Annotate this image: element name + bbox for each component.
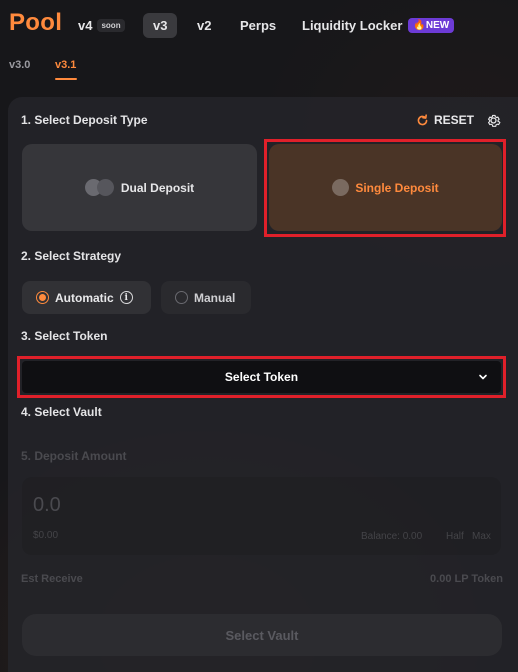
dual-toggle-icon: [84, 179, 115, 196]
tab-perps-label: Perps: [240, 18, 277, 33]
step4-label: 4. Select Vault: [21, 405, 102, 419]
step1-label: 1. Select Deposit Type: [21, 113, 148, 127]
new-badge: 🔥NEW: [408, 18, 455, 33]
dual-deposit-option[interactable]: Dual Deposit: [22, 144, 257, 231]
single-toggle-icon: [332, 179, 350, 196]
manual-label: Manual: [194, 290, 236, 305]
tab-perps[interactable]: Perps: [230, 13, 286, 38]
soon-badge: soon: [97, 19, 125, 32]
tab-v4-label: v4: [78, 18, 93, 33]
amount-input[interactable]: 0.0: [33, 494, 61, 517]
info-icon[interactable]: i: [119, 291, 133, 304]
top-nav: Pool v4 soon v3 v2 Perps Liquidity Locke…: [0, 0, 518, 52]
est-receive-label: Est Receive: [21, 573, 83, 585]
subtab-underline: [55, 78, 77, 80]
dual-deposit-label: Dual Deposit: [120, 180, 195, 195]
single-deposit-option[interactable]: Single Deposit: [269, 144, 502, 231]
subtab-v3-0[interactable]: v3.0: [9, 59, 30, 71]
tab-v3[interactable]: v3: [143, 13, 178, 38]
gear-icon: [487, 114, 501, 127]
max-button[interactable]: Max: [472, 531, 491, 542]
manual-radio[interactable]: [175, 291, 188, 304]
chevron-down-icon: [479, 374, 487, 380]
step3-label: 3. Select Token: [21, 329, 108, 343]
deposit-amount-box: [22, 477, 501, 555]
automatic-label: Automatic: [55, 290, 114, 305]
tab-liquidity-locker[interactable]: Liquidity Locker 🔥NEW: [292, 13, 464, 38]
refresh-icon: [417, 113, 428, 125]
subtab-v3-1[interactable]: v3.1: [55, 59, 76, 71]
strategy-manual[interactable]: Manual: [161, 281, 251, 314]
strategy-automatic[interactable]: Automatic i: [22, 281, 151, 314]
amount-usd: $0.00: [33, 530, 59, 541]
tab-v2-label: v2: [197, 18, 212, 33]
reset-button[interactable]: RESET: [416, 113, 474, 127]
balance-text: Balance: 0.00: [361, 531, 423, 542]
step5-label: 5. Deposit Amount: [21, 449, 127, 463]
tab-liquidity-locker-label: Liquidity Locker: [302, 18, 403, 33]
tab-v2[interactable]: v2: [187, 13, 221, 38]
single-deposit-label: Single Deposit: [355, 180, 439, 195]
est-receive-value: 0.00 LP Token: [430, 573, 503, 585]
settings-button[interactable]: [485, 112, 502, 134]
half-button[interactable]: Half: [446, 531, 464, 542]
tab-v3-label: v3: [153, 18, 168, 33]
step2-label: 2. Select Strategy: [21, 249, 122, 263]
automatic-radio[interactable]: [36, 291, 49, 304]
tab-v4[interactable]: v4 soon: [68, 13, 135, 38]
reset-label: RESET: [434, 113, 475, 127]
page-logo: Pool: [9, 9, 63, 36]
select-vault-label: Select Vault: [225, 627, 299, 643]
select-vault-button[interactable]: Select Vault: [22, 614, 502, 656]
token-select-label: Select Token: [224, 370, 299, 384]
token-select-dropdown[interactable]: Select Token: [22, 361, 501, 393]
